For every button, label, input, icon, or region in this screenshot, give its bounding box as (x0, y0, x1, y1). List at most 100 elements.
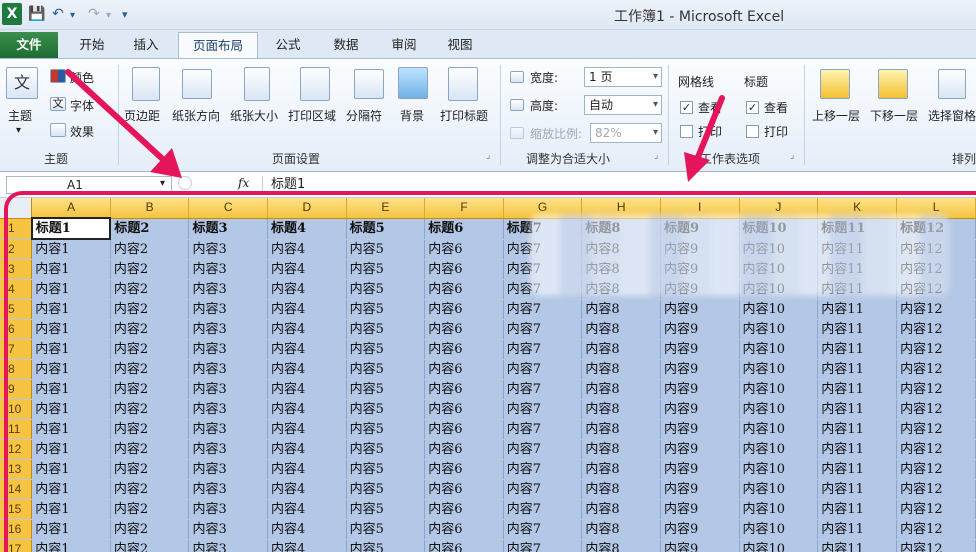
cell[interactable]: 内容8 (581, 439, 661, 460)
cell[interactable]: 内容12 (896, 399, 976, 420)
cell[interactable]: 内容3 (188, 399, 269, 420)
cell[interactable]: 内容6 (424, 239, 504, 260)
cell[interactable]: 内容2 (110, 479, 190, 500)
cell[interactable]: 内容11 (817, 539, 898, 552)
cell[interactable]: 内容3 (188, 299, 269, 320)
tab-page-layout[interactable]: 页面布局 (178, 32, 258, 58)
cell[interactable]: 内容7 (503, 419, 583, 440)
cell[interactable]: 内容11 (817, 419, 898, 440)
scale-launcher-icon[interactable]: ⌟ (654, 151, 658, 161)
cell[interactable]: 内容2 (110, 399, 190, 420)
cell[interactable]: 内容7 (503, 299, 583, 320)
cell[interactable]: 内容3 (188, 359, 269, 380)
cell[interactable]: 内容2 (110, 239, 190, 260)
column-header[interactable]: E (346, 198, 426, 219)
cell[interactable]: 内容4 (267, 359, 347, 380)
cell[interactable]: 内容1 (31, 339, 111, 360)
cell[interactable]: 内容6 (424, 379, 504, 400)
cell[interactable]: 内容2 (110, 359, 190, 380)
cell[interactable]: 内容10 (739, 539, 819, 552)
cell[interactable]: 内容7 (503, 319, 583, 340)
cell[interactable]: 内容6 (424, 279, 504, 300)
cell[interactable]: 内容10 (739, 519, 819, 540)
tab-insert[interactable]: 插入 (124, 32, 168, 58)
page-setup-launcher-icon[interactable]: ⌟ (486, 151, 490, 161)
cell[interactable]: 内容11 (817, 519, 898, 540)
cell[interactable]: 内容1 (31, 519, 111, 540)
select-all-corner[interactable] (0, 198, 33, 219)
cell[interactable]: 内容3 (188, 479, 269, 500)
cell[interactable]: 内容3 (188, 519, 269, 540)
cell[interactable]: 内容12 (896, 339, 976, 360)
cell[interactable]: 内容4 (267, 499, 347, 520)
headings-view-checkbox[interactable]: ✓ (746, 101, 759, 114)
cell[interactable]: 内容6 (424, 479, 504, 500)
cell[interactable]: 内容11 (817, 299, 898, 320)
cell[interactable]: 内容2 (110, 319, 190, 340)
cell[interactable]: 内容8 (581, 299, 661, 320)
cell[interactable]: 内容6 (424, 459, 504, 480)
tab-home[interactable]: 开始 (70, 32, 114, 58)
cell[interactable]: 内容7 (503, 439, 583, 460)
cell[interactable]: 内容9 (660, 379, 740, 400)
cell[interactable]: 内容11 (817, 399, 898, 420)
cell[interactable]: 内容3 (188, 419, 269, 440)
cell[interactable]: 内容5 (346, 419, 426, 440)
cell[interactable]: 内容10 (739, 399, 819, 420)
cell[interactable]: 内容4 (267, 439, 347, 460)
cell[interactable]: 内容2 (110, 379, 190, 400)
column-header[interactable]: B (110, 198, 190, 219)
formula-options-icon[interactable] (178, 176, 192, 190)
cell[interactable]: 内容10 (739, 359, 819, 380)
cell[interactable]: 内容7 (503, 359, 583, 380)
cell[interactable]: 内容12 (896, 379, 976, 400)
cell[interactable]: 内容8 (581, 539, 661, 552)
row-header[interactable]: 17 (0, 539, 33, 552)
tab-review[interactable]: 审阅 (382, 32, 426, 58)
formula-input[interactable]: 标题1 (262, 176, 976, 194)
cell[interactable]: 内容5 (346, 239, 426, 260)
name-box[interactable]: A1 (6, 176, 172, 194)
cell[interactable]: 内容4 (267, 339, 347, 360)
cell[interactable]: 内容5 (346, 279, 426, 300)
cell[interactable]: 内容7 (503, 379, 583, 400)
cell[interactable]: 标题1 (30, 217, 112, 240)
cell[interactable]: 内容9 (660, 539, 740, 552)
cell[interactable]: 内容7 (503, 539, 583, 552)
cell[interactable]: 内容12 (896, 459, 976, 480)
cell[interactable]: 内容12 (896, 319, 976, 340)
row-header[interactable]: 16 (0, 519, 33, 540)
cell[interactable]: 内容4 (267, 539, 347, 552)
cell[interactable]: 内容9 (660, 299, 740, 320)
undo-icon[interactable]: ↶ (52, 5, 64, 23)
cell[interactable]: 内容1 (31, 399, 111, 420)
row-header[interactable]: 9 (0, 379, 33, 400)
cell[interactable]: 内容12 (896, 519, 976, 540)
cell[interactable]: 内容12 (896, 359, 976, 380)
cell[interactable]: 内容9 (660, 479, 740, 500)
cell[interactable]: 内容4 (267, 239, 347, 260)
cell[interactable]: 内容8 (581, 399, 661, 420)
cell[interactable]: 内容1 (31, 539, 111, 552)
gridlines-print-checkbox[interactable] (680, 125, 693, 138)
gridlines-view-checkbox[interactable]: ✓ (680, 101, 693, 114)
cell[interactable]: 内容4 (267, 379, 347, 400)
cell[interactable]: 内容5 (346, 459, 426, 480)
cell[interactable]: 标题3 (188, 218, 269, 240)
cell[interactable]: 内容8 (581, 379, 661, 400)
cell[interactable]: 内容3 (188, 259, 269, 280)
cell[interactable]: 内容4 (267, 459, 347, 480)
cell[interactable]: 内容1 (31, 439, 111, 460)
cell[interactable]: 内容11 (817, 359, 898, 380)
redo-icon[interactable]: ↷ (88, 5, 100, 23)
row-header[interactable]: 1 (0, 218, 33, 240)
cell[interactable]: 内容12 (896, 439, 976, 460)
cell[interactable]: 内容12 (896, 479, 976, 500)
cell[interactable]: 内容1 (31, 359, 111, 380)
tab-data[interactable]: 数据 (324, 32, 368, 58)
row-header[interactable]: 15 (0, 499, 33, 520)
cell[interactable]: 内容6 (424, 259, 504, 280)
tab-view[interactable]: 视图 (438, 32, 482, 58)
row-header[interactable]: 2 (0, 239, 33, 260)
cell[interactable]: 内容6 (424, 339, 504, 360)
